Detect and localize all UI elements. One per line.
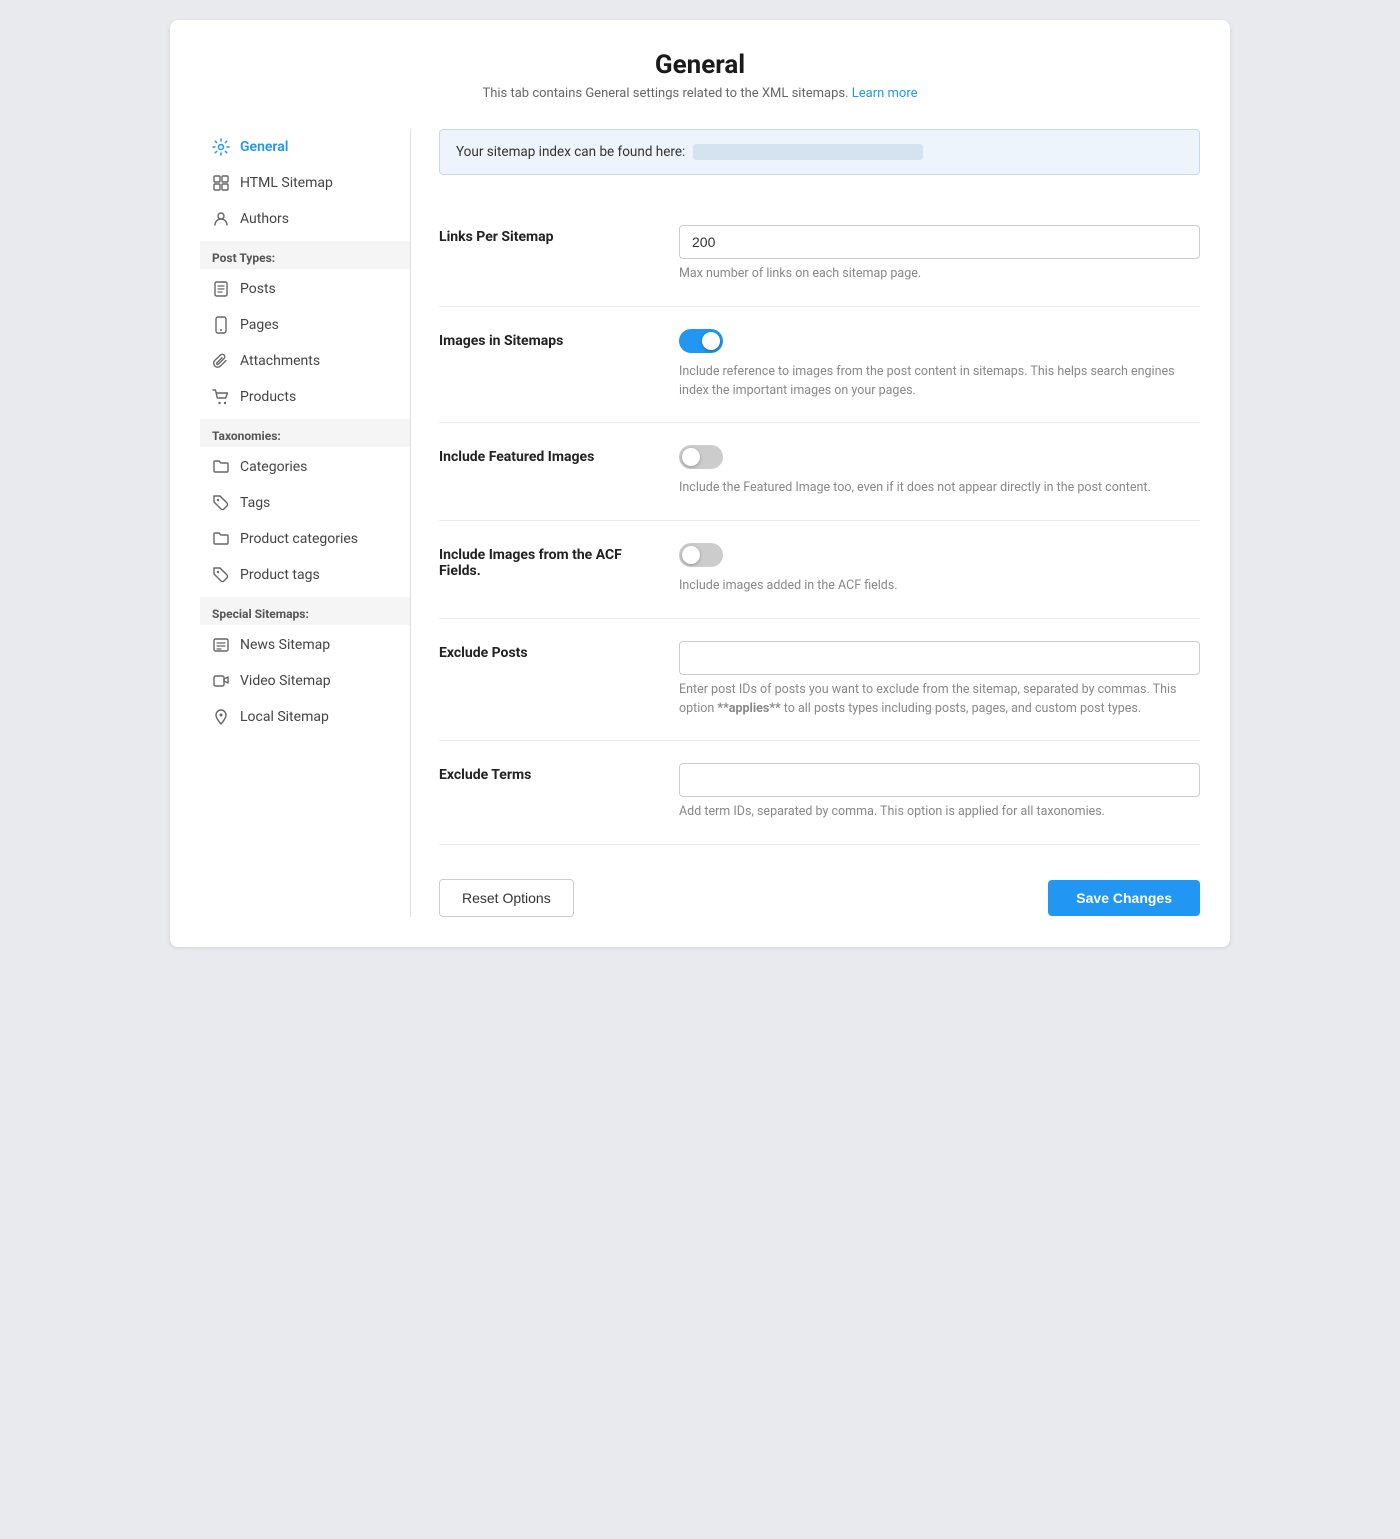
sitemap-url-value bbox=[693, 144, 923, 160]
sitemap-url-box: Your sitemap index can be found here: bbox=[439, 129, 1200, 175]
folder-icon bbox=[212, 458, 230, 476]
include-featured-images-hint: Include the Featured Image too, even if … bbox=[679, 479, 1200, 498]
sidebar-item-pages[interactable]: Pages bbox=[200, 307, 410, 343]
links-per-sitemap-control: Max number of links on each sitemap page… bbox=[679, 225, 1200, 284]
phone-icon bbox=[212, 316, 230, 334]
paperclip-icon bbox=[212, 352, 230, 370]
sidebar-item-video-sitemap[interactable]: Video Sitemap bbox=[200, 663, 410, 699]
sidebar-item-attachments[interactable]: Attachments bbox=[200, 343, 410, 379]
page-subtitle: This tab contains General settings relat… bbox=[200, 86, 1200, 101]
include-images-acf-row: Include Images from the ACF Fields. Incl… bbox=[439, 521, 1200, 619]
sidebar-item-html-sitemap[interactable]: HTML Sitemap bbox=[200, 165, 410, 201]
main-content: Your sitemap index can be found here: Li… bbox=[410, 129, 1200, 917]
video-icon bbox=[212, 672, 230, 690]
sidebar-item-news-sitemap[interactable]: News Sitemap bbox=[200, 627, 410, 663]
sidebar-label-attachments: Attachments bbox=[240, 353, 320, 369]
include-images-acf-hint: Include images added in the ACF fields. bbox=[679, 577, 1200, 596]
sidebar-label-authors: Authors bbox=[240, 211, 289, 227]
sidebar-label-general: General bbox=[240, 139, 288, 155]
sidebar-label-html-sitemap: HTML Sitemap bbox=[240, 175, 333, 191]
gear-icon bbox=[212, 138, 230, 156]
sidebar-label-categories: Categories bbox=[240, 459, 307, 475]
links-per-sitemap-hint: Max number of links on each sitemap page… bbox=[679, 265, 1200, 284]
exclude-posts-row: Exclude Posts Enter post IDs of posts yo… bbox=[439, 619, 1200, 742]
cart-icon bbox=[212, 388, 230, 406]
exclude-terms-row: Exclude Terms Add term IDs, separated by… bbox=[439, 741, 1200, 845]
links-per-sitemap-input[interactable] bbox=[679, 225, 1200, 259]
include-featured-images-label: Include Featured Images bbox=[439, 445, 659, 465]
images-in-sitemaps-hint: Include reference to images from the pos… bbox=[679, 363, 1200, 401]
save-changes-button[interactable]: Save Changes bbox=[1048, 880, 1200, 916]
toggle-knob bbox=[682, 546, 700, 564]
sidebar-item-local-sitemap[interactable]: Local Sitemap bbox=[200, 699, 410, 735]
sidebar: General HTML Sitemap bbox=[200, 129, 410, 917]
reset-options-button[interactable]: Reset Options bbox=[439, 879, 574, 917]
sidebar-label-pages: Pages bbox=[240, 317, 279, 333]
images-in-sitemaps-toggle[interactable] bbox=[679, 329, 723, 353]
include-featured-images-toggle[interactable] bbox=[679, 445, 723, 469]
sidebar-label-news-sitemap: News Sitemap bbox=[240, 637, 330, 653]
section-post-types: Post Types: bbox=[200, 241, 410, 269]
news-icon bbox=[212, 636, 230, 654]
sidebar-label-product-tags: Product tags bbox=[240, 567, 320, 583]
include-images-acf-toggle[interactable] bbox=[679, 543, 723, 567]
exclude-posts-label: Exclude Posts bbox=[439, 641, 659, 661]
sidebar-item-posts[interactable]: Posts bbox=[200, 271, 410, 307]
sitemap-url-label: Your sitemap index can be found here: bbox=[456, 144, 685, 160]
sidebar-item-product-tags[interactable]: Product tags bbox=[200, 557, 410, 593]
doc-icon bbox=[212, 280, 230, 298]
images-in-sitemaps-control: Include reference to images from the pos… bbox=[679, 329, 1200, 401]
content-wrapper: General HTML Sitemap bbox=[200, 129, 1200, 917]
learn-more-link[interactable]: Learn more bbox=[852, 86, 918, 101]
sidebar-label-tags: Tags bbox=[240, 495, 270, 511]
location-icon bbox=[212, 708, 230, 726]
section-special-sitemaps: Special Sitemaps: bbox=[200, 597, 410, 625]
exclude-posts-control: Enter post IDs of posts you want to excl… bbox=[679, 641, 1200, 719]
sidebar-label-video-sitemap: Video Sitemap bbox=[240, 673, 331, 689]
toggle-knob bbox=[702, 332, 720, 350]
sidebar-item-categories[interactable]: Categories bbox=[200, 449, 410, 485]
images-in-sitemaps-row: Images in Sitemaps Include reference to … bbox=[439, 307, 1200, 424]
sidebar-label-local-sitemap: Local Sitemap bbox=[240, 709, 329, 725]
footer-buttons: Reset Options Save Changes bbox=[439, 855, 1200, 917]
tag2-icon bbox=[212, 566, 230, 584]
include-featured-images-row: Include Featured Images Include the Feat… bbox=[439, 423, 1200, 521]
include-featured-images-control: Include the Featured Image too, even if … bbox=[679, 445, 1200, 498]
exclude-terms-hint: Add term IDs, separated by comma. This o… bbox=[679, 803, 1200, 822]
page-title: General bbox=[200, 50, 1200, 80]
links-per-sitemap-row: Links Per Sitemap Max number of links on… bbox=[439, 203, 1200, 307]
sidebar-item-product-categories[interactable]: Product categories bbox=[200, 521, 410, 557]
person-icon bbox=[212, 210, 230, 228]
page-header: General This tab contains General settin… bbox=[200, 50, 1200, 101]
sidebar-item-tags[interactable]: Tags bbox=[200, 485, 410, 521]
section-taxonomies: Taxonomies: bbox=[200, 419, 410, 447]
sidebar-item-general[interactable]: General bbox=[200, 129, 410, 165]
sidebar-item-products[interactable]: Products bbox=[200, 379, 410, 415]
tag-icon bbox=[212, 494, 230, 512]
sidebar-label-products: Products bbox=[240, 389, 296, 405]
images-in-sitemaps-label: Images in Sitemaps bbox=[439, 329, 659, 349]
main-container: General This tab contains General settin… bbox=[170, 20, 1230, 947]
exclude-terms-input[interactable] bbox=[679, 763, 1200, 797]
include-images-acf-control: Include images added in the ACF fields. bbox=[679, 543, 1200, 596]
sidebar-label-posts: Posts bbox=[240, 281, 276, 297]
sidebar-item-authors[interactable]: Authors bbox=[200, 201, 410, 237]
include-images-acf-label: Include Images from the ACF Fields. bbox=[439, 543, 659, 579]
links-per-sitemap-label: Links Per Sitemap bbox=[439, 225, 659, 245]
exclude-posts-input[interactable] bbox=[679, 641, 1200, 675]
grid-icon bbox=[212, 174, 230, 192]
folder2-icon bbox=[212, 530, 230, 548]
exclude-terms-label: Exclude Terms bbox=[439, 763, 659, 783]
sidebar-label-product-categories: Product categories bbox=[240, 531, 358, 547]
exclude-terms-control: Add term IDs, separated by comma. This o… bbox=[679, 763, 1200, 822]
exclude-posts-hint: Enter post IDs of posts you want to excl… bbox=[679, 681, 1200, 719]
